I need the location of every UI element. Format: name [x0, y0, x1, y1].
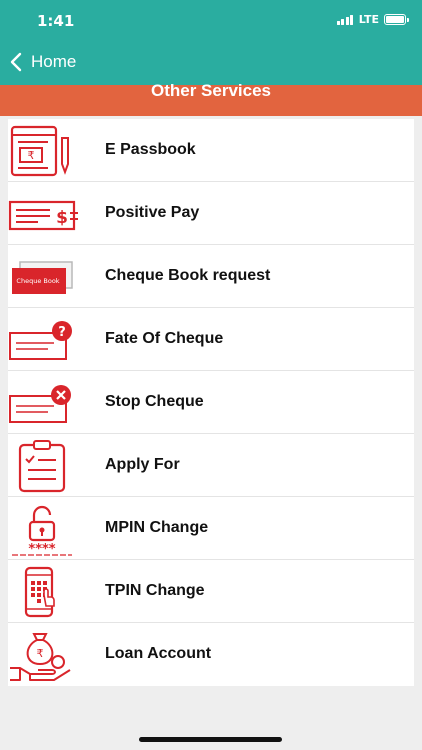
svg-text:₹: ₹ — [28, 149, 35, 162]
back-button[interactable]: Home — [10, 50, 76, 74]
cheque-cancel-icon — [9, 385, 71, 423]
signal-icon — [336, 14, 355, 25]
service-item-e-passbook[interactable]: ₹ E Passbook — [8, 119, 414, 182]
passbook-icon: ₹ — [10, 125, 69, 177]
svg-text:₹: ₹ — [37, 647, 44, 660]
cheque-book-icon-text: Cheque Book — [16, 277, 59, 285]
service-label: Positive Pay — [105, 204, 200, 221]
service-item-mpin-change[interactable]: **** MPIN Change — [8, 497, 414, 560]
service-item-cheque-book-request[interactable]: Cheque Book Cheque Book request — [8, 245, 414, 308]
money-bag-hand-icon: ₹ — [10, 633, 71, 681]
clipboard-checklist-icon — [18, 440, 66, 493]
phone-keypad-icon — [24, 566, 55, 618]
service-item-stop-cheque[interactable]: Stop Cheque — [8, 371, 414, 434]
service-label: TPIN Change — [105, 582, 205, 599]
question-mark: ? — [58, 325, 66, 340]
service-label: E Passbook — [105, 141, 196, 158]
chevron-left-icon — [10, 52, 22, 72]
network-type: LTE — [358, 13, 379, 26]
cheque-dollar-icon: $ — [8, 200, 78, 231]
service-label: Stop Cheque — [105, 393, 204, 410]
status-time: 1:41 — [37, 12, 75, 30]
service-label: Apply For — [105, 456, 180, 473]
service-label: Cheque Book request — [105, 267, 271, 284]
section-header: Other Services — [0, 81, 422, 116]
service-item-tpin-change[interactable]: TPIN Change — [8, 560, 414, 623]
status-bar: 1:41 LTE — [0, 0, 422, 40]
service-item-loan-account[interactable]: ₹ Loan Account — [8, 623, 414, 686]
service-label: Fate Of Cheque — [105, 330, 224, 347]
battery-icon — [384, 14, 409, 25]
home-indicator[interactable] — [139, 737, 282, 742]
service-label: Loan Account — [105, 645, 212, 662]
cheque-question-icon: ? — [9, 321, 72, 360]
padlock-pin-icon: **** — [12, 505, 72, 556]
back-label: Home — [31, 52, 77, 71]
cheque-book-icon: Cheque Book — [12, 261, 73, 294]
app-header: 1:41 LTE Home — [0, 0, 422, 85]
service-label: MPIN Change — [105, 519, 209, 536]
svg-text:$: $ — [56, 208, 68, 228]
page-title: Other Services — [150, 81, 271, 100]
services-list: ₹ E Passbook $ Positive Pay Cheque Book … — [8, 119, 414, 686]
service-item-apply-for[interactable]: Apply For — [8, 434, 414, 497]
pin-mask: **** — [28, 542, 55, 556]
status-indicators: LTE — [336, 13, 409, 26]
service-item-fate-of-cheque[interactable]: ? Fate Of Cheque — [8, 308, 414, 371]
service-item-positive-pay[interactable]: $ Positive Pay — [8, 182, 414, 245]
